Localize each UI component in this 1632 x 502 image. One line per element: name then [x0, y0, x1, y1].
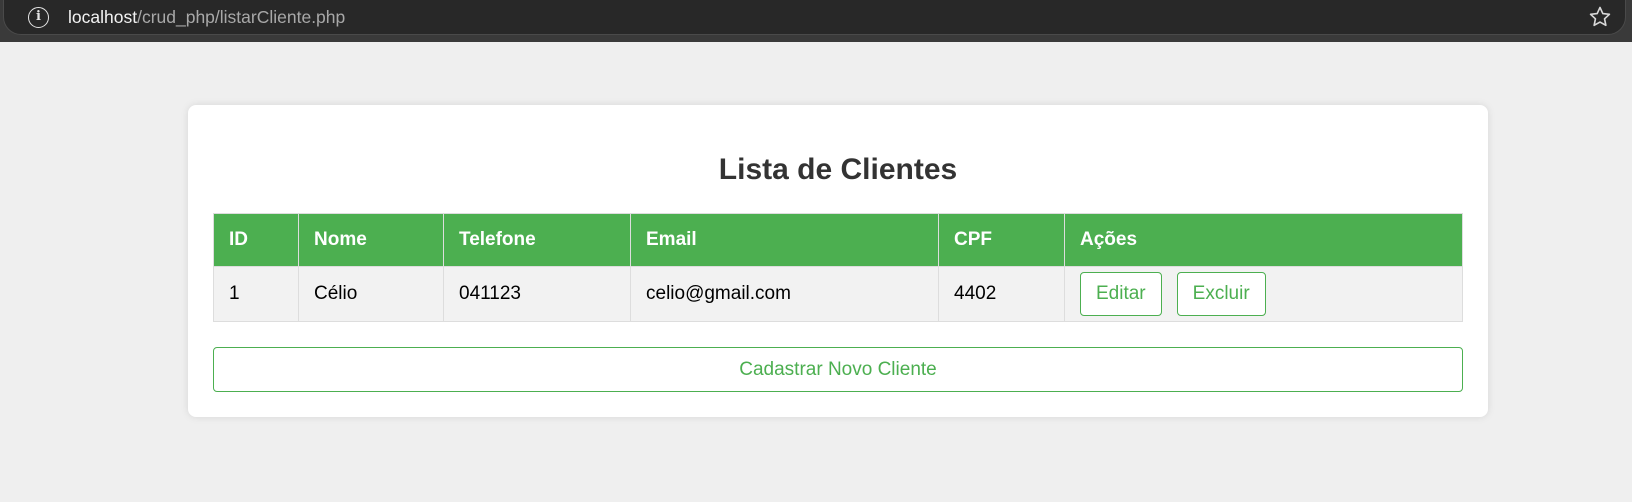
- table-header-row: ID Nome Telefone Email CPF Ações: [213, 213, 1463, 267]
- header-id: ID: [213, 213, 299, 267]
- add-client-button[interactable]: Cadastrar Novo Cliente: [213, 347, 1463, 392]
- cell-telefone: 041123: [443, 266, 631, 322]
- cell-email: celio@gmail.com: [630, 266, 939, 322]
- header-cpf: CPF: [938, 213, 1065, 267]
- star-icon[interactable]: [1587, 4, 1613, 30]
- content-card: Lista de Clientes ID Nome Telefone Email…: [188, 105, 1488, 417]
- table-row: 1 Célio 041123 celio@gmail.com 4402 Edit…: [213, 266, 1463, 322]
- page-title: Lista de Clientes: [718, 153, 958, 186]
- cell-actions: Editar Excluir: [1064, 266, 1463, 322]
- header-telefone: Telefone: [443, 213, 631, 267]
- browser-toolbar: i localhost/crud_php/listarCliente.php: [0, 0, 1632, 42]
- cell-id: 1: [213, 266, 299, 322]
- clients-table: ID Nome Telefone Email CPF Ações 1 Célio…: [213, 213, 1463, 322]
- url-path: /crud_php/listarCliente.php: [137, 7, 346, 27]
- url-host: localhost: [68, 7, 138, 27]
- cell-cpf: 4402: [938, 266, 1065, 322]
- address-bar[interactable]: i localhost/crud_php/listarCliente.php: [3, 0, 1626, 35]
- header-acoes: Ações: [1064, 213, 1463, 267]
- cell-nome: Célio: [298, 266, 444, 322]
- edit-button[interactable]: Editar: [1080, 272, 1162, 316]
- info-icon[interactable]: i: [28, 7, 49, 28]
- header-email: Email: [630, 213, 939, 267]
- delete-button[interactable]: Excluir: [1176, 272, 1266, 316]
- url-text[interactable]: localhost/crud_php/listarCliente.php: [68, 7, 345, 27]
- header-nome: Nome: [298, 213, 444, 267]
